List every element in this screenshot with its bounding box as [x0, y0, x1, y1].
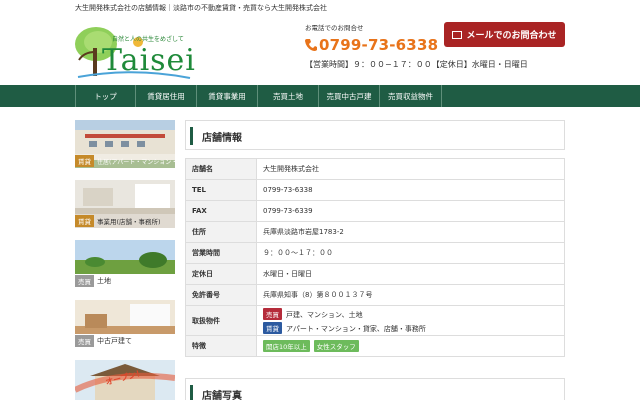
row-value: 開店10年以上 女性スタッフ [256, 335, 565, 357]
sidebar-item-label: 中古戸建て [97, 337, 132, 345]
table-row: 定休日 水曜日・日曜日 [185, 263, 565, 285]
business-hours: 【営業時間】９：００−１７：００【定休日】水曜日・日曜日 [305, 60, 528, 69]
nav-item-rent-residential[interactable]: 賃貸居住用 [136, 85, 197, 107]
phone-label: お電話でのお問合せ [305, 24, 364, 32]
section-title: 店舗写真 [202, 391, 242, 400]
nav-item-top[interactable]: トップ [75, 85, 136, 107]
section-title: 店舗情報 [202, 133, 242, 144]
table-row: 特徴 開店10年以上 女性スタッフ [185, 335, 565, 357]
top-info-bar: 大生開発株式会社の店舗情報｜淡路市の不動産賃貸・売買なら大生開発株式会社 [0, 0, 640, 16]
sidebar-item-label: 土地 [97, 277, 111, 285]
mail-icon [452, 30, 463, 39]
row-label: 定休日 [185, 263, 257, 285]
store-info-table: 店舗名 大生開発株式会社 TEL 0799-73-6338 FAX 0799-7… [185, 158, 565, 357]
feature-badge: 女性スタッフ [313, 340, 359, 352]
row-label: 住所 [185, 221, 257, 243]
sale-tag: 売買 [75, 335, 94, 347]
site-logo[interactable]: 自然と人の共生をめざして Taisei [74, 22, 195, 80]
feature-badge: 開店10年以上 [263, 340, 310, 352]
row-value: 0799-73-6339 [256, 200, 565, 222]
row-label: 免許番号 [185, 284, 257, 306]
store-info-heading: 店舗情報 [185, 120, 565, 150]
sidebar-item-rent-business[interactable]: 賃貸 事業用(店舗・事務所) [75, 180, 175, 228]
mail-contact-button[interactable]: メールでのお問合わせ [444, 22, 565, 47]
logo-tagline: 自然と人の共生をめざして [112, 36, 184, 43]
table-row: TEL 0799-73-6338 [185, 179, 565, 201]
table-row: 店舗名 大生開発株式会社 [185, 158, 565, 180]
sidebar-item-sale-used-house[interactable]: 売買 中古戸建て [75, 300, 175, 348]
table-row: 免許番号 兵庫県知事（8）第８００１３７号 [185, 284, 565, 306]
nav-item-rent-business[interactable]: 賃貸事業用 [197, 85, 258, 107]
nav-item-sale-investment[interactable]: 売買収益物件 [380, 85, 442, 107]
sidebar-item-rent-residential[interactable]: 賃貸 住居(アパート・マンション・戸建) [75, 120, 175, 168]
nav-item-sale-land[interactable]: 売買土地 [258, 85, 319, 107]
row-label: FAX [185, 200, 257, 222]
row-value: 兵庫県淡路市岩屋1783-2 [256, 221, 565, 243]
rent-badge: 賃貸 [263, 321, 282, 334]
nav-item-sale-used-house[interactable]: 売買中古戸建 [319, 85, 380, 107]
phone-number-text: 0799-73-6338 [319, 36, 439, 54]
logo-brand: Taisei [102, 43, 196, 78]
row-value: 兵庫県知事（8）第８００１３７号 [256, 284, 565, 306]
sidebar-item-label: 事業用(店舗・事務所) [97, 218, 161, 226]
rent-tag: 賃貸 [75, 215, 94, 227]
sale-tag: 売買 [75, 275, 94, 287]
table-row: 住所 兵庫県淡路市岩屋1783-2 [185, 221, 565, 243]
phone-number[interactable]: 0799-73-6338 [305, 36, 438, 54]
phone-icon [305, 39, 317, 51]
handling-rent-text: アパート・マンション・貸家、店舗・事務所 [286, 324, 426, 333]
row-value: ９：００〜１７：００ [256, 242, 565, 264]
table-row: FAX 0799-73-6339 [185, 200, 565, 222]
sale-badge: 売買 [263, 307, 282, 320]
rent-tag: 賃貸 [75, 155, 94, 167]
row-label: 営業時間 [185, 242, 257, 264]
table-row: 営業時間 ９：００〜１７：００ [185, 242, 565, 264]
store-photos-heading: 店舗写真 [185, 378, 565, 400]
sidebar-open-banner[interactable]: オープン！ [75, 360, 175, 400]
row-value: 0799-73-6338 [256, 179, 565, 201]
row-label: TEL [185, 179, 257, 201]
row-label: 店舗名 [185, 158, 257, 180]
row-value: 売買 戸建、マンション、土地 賃貸 アパート・マンション・貸家、店舗・事務所 [256, 305, 565, 336]
sidebar-item-sale-land[interactable]: 売買 土地 [75, 240, 175, 288]
row-value: 水曜日・日曜日 [256, 263, 565, 285]
top-info-text: 大生開発株式会社の店舗情報｜淡路市の不動産賃貸・売買なら大生開発株式会社 [75, 4, 327, 12]
row-label: 特徴 [185, 335, 257, 357]
row-value: 大生開発株式会社 [256, 158, 565, 180]
row-label: 取扱物件 [185, 305, 257, 336]
handling-sale-text: 戸建、マンション、土地 [286, 310, 363, 319]
table-row: 取扱物件 売買 戸建、マンション、土地 賃貸 アパート・マンション・貸家、店舗・事務… [185, 305, 565, 336]
main-nav: トップ 賃貸居住用 賃貸事業用 売買土地 売買中古戸建 売買収益物件 [0, 85, 640, 107]
sidebar-item-label: 住居(アパート・マンション・戸建) [97, 158, 175, 166]
mail-contact-label: メールでのお問合わせ [466, 31, 557, 41]
